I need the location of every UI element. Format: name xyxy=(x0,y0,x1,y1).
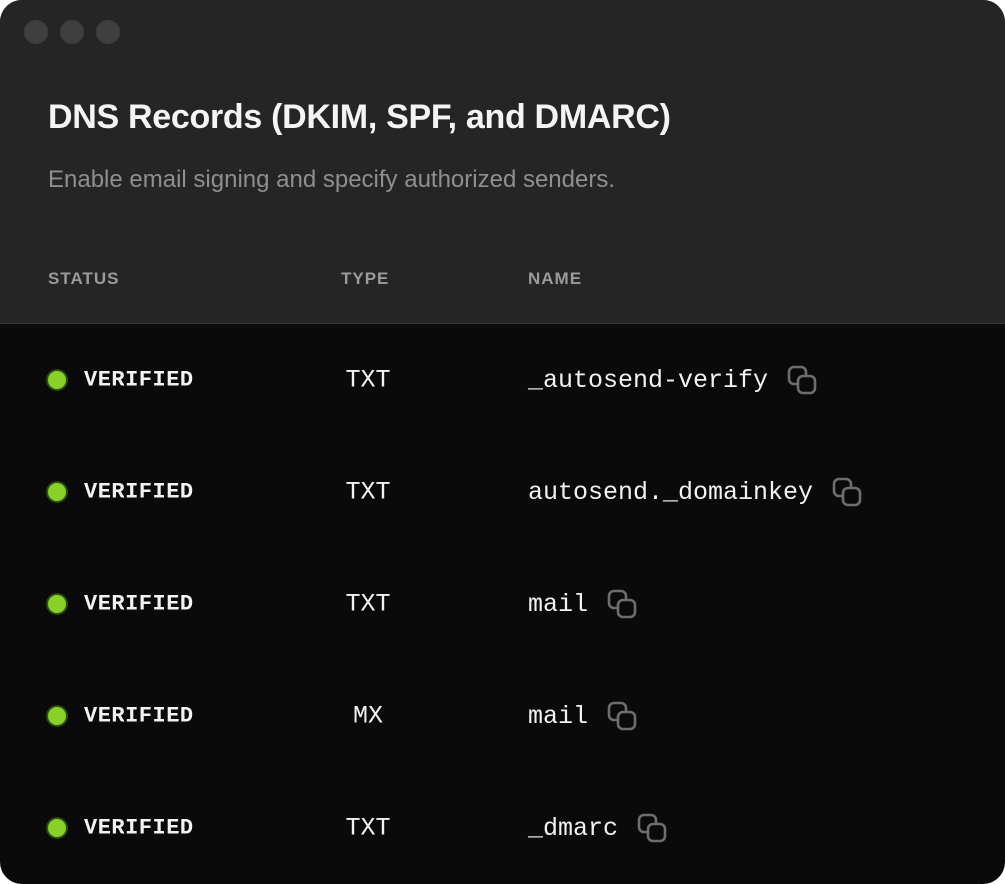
record-name-cell: mail xyxy=(528,700,638,732)
table-row: VERIFIED MX mail xyxy=(0,660,1005,772)
card-header: DNS Records (DKIM, SPF, and DMARC) Enabl… xyxy=(0,0,1005,324)
table-row: VERIFIED TXT _autosend-verify xyxy=(0,324,1005,436)
page-title: DNS Records (DKIM, SPF, and DMARC) xyxy=(48,98,671,136)
dns-records-window: DNS Records (DKIM, SPF, and DMARC) Enabl… xyxy=(0,0,1005,884)
column-header-status: STATUS xyxy=(48,269,120,288)
copy-icon[interactable] xyxy=(606,588,638,620)
status-dot-icon xyxy=(48,707,66,725)
record-type: TXT xyxy=(345,477,391,507)
record-type: MX xyxy=(352,701,383,731)
column-header-type: TYPE xyxy=(341,269,390,288)
window-minimize-dot-icon[interactable] xyxy=(60,20,84,44)
status-badge: VERIFIED xyxy=(84,703,194,729)
record-name: _autosend-verify xyxy=(528,365,769,395)
record-name: mail xyxy=(528,589,589,619)
status-dot-icon xyxy=(48,819,66,837)
status-badge: VERIFIED xyxy=(84,591,194,617)
column-header-name: NAME xyxy=(528,269,583,288)
table-row: VERIFIED TXT autosend._domainkey xyxy=(0,436,1005,548)
status-badge: VERIFIED xyxy=(84,815,194,841)
table-row: VERIFIED TXT mail xyxy=(0,548,1005,660)
record-type: TXT xyxy=(345,813,391,843)
window-close-dot-icon[interactable] xyxy=(24,20,48,44)
record-name: mail xyxy=(528,701,589,731)
status-badge: VERIFIED xyxy=(84,479,194,505)
record-name-cell: _dmarc xyxy=(528,812,668,844)
record-name-cell: mail xyxy=(528,588,638,620)
copy-icon[interactable] xyxy=(831,476,863,508)
copy-icon[interactable] xyxy=(606,700,638,732)
status-dot-icon xyxy=(48,483,66,501)
copy-icon[interactable] xyxy=(786,364,818,396)
record-name-cell: _autosend-verify xyxy=(528,364,818,396)
record-type: TXT xyxy=(345,589,391,619)
status-badge: VERIFIED xyxy=(84,367,194,393)
record-name: autosend._domainkey xyxy=(528,477,814,507)
status-dot-icon xyxy=(48,595,66,613)
copy-icon[interactable] xyxy=(636,812,668,844)
record-type: TXT xyxy=(345,365,391,395)
page-subtitle: Enable email signing and specify authori… xyxy=(48,166,616,193)
table-row: VERIFIED TXT _dmarc xyxy=(0,772,1005,884)
record-name: _dmarc xyxy=(528,813,619,843)
record-name-cell: autosend._domainkey xyxy=(528,476,863,508)
window-maximize-dot-icon[interactable] xyxy=(96,20,120,44)
status-dot-icon xyxy=(48,371,66,389)
